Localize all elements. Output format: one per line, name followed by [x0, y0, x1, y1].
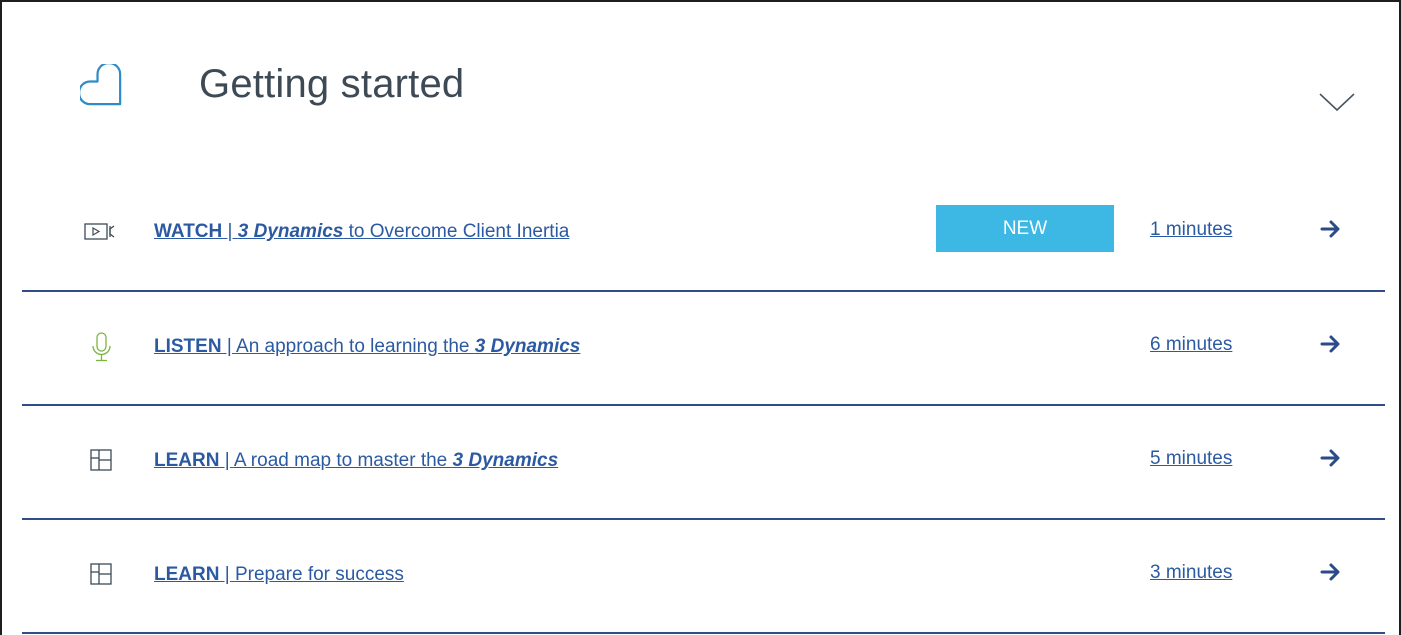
arrow-right-icon[interactable] [1318, 446, 1344, 470]
item-link[interactable]: LEARN | Prepare for success [154, 564, 404, 586]
chevron-down-icon[interactable] [1318, 90, 1356, 114]
item-link[interactable]: LISTEN | An approach to learning the 3 D… [154, 336, 580, 358]
arrow-right-icon[interactable] [1318, 217, 1344, 241]
duration-link[interactable]: 3 minutes [1150, 562, 1232, 584]
arrow-right-icon[interactable] [1318, 560, 1344, 584]
content-list: WATCH | 3 Dynamics to Overcome Client In… [22, 177, 1385, 634]
layout-grid-icon [90, 563, 112, 585]
list-item-learn-roadmap[interactable]: LEARN | A road map to master the 3 Dynam… [22, 406, 1385, 520]
list-item-listen[interactable]: LISTEN | An approach to learning the 3 D… [22, 292, 1385, 406]
duration-link[interactable]: 5 minutes [1150, 448, 1232, 470]
arrow-right-icon[interactable] [1318, 332, 1344, 356]
panel-header: Getting started [2, 2, 1399, 182]
list-item-watch[interactable]: WATCH | 3 Dynamics to Overcome Client In… [22, 177, 1385, 292]
duration-link[interactable]: 1 minutes [1150, 219, 1232, 241]
item-link[interactable]: WATCH | 3 Dynamics to Overcome Client In… [154, 221, 569, 243]
layout-grid-icon [90, 449, 112, 471]
item-link[interactable]: LEARN | A road map to master the 3 Dynam… [154, 450, 558, 472]
getting-started-panel: Getting started WATCH | 3 Dynamics to Ov… [0, 0, 1401, 635]
new-badge: NEW [936, 205, 1114, 252]
page-title: Getting started [199, 62, 465, 106]
microphone-icon [92, 332, 111, 362]
duration-link[interactable]: 6 minutes [1150, 334, 1232, 356]
heart-outline-icon [80, 64, 122, 106]
list-item-learn-prepare[interactable]: LEARN | Prepare for success 3 minutes [22, 520, 1385, 634]
video-play-icon [84, 223, 115, 240]
